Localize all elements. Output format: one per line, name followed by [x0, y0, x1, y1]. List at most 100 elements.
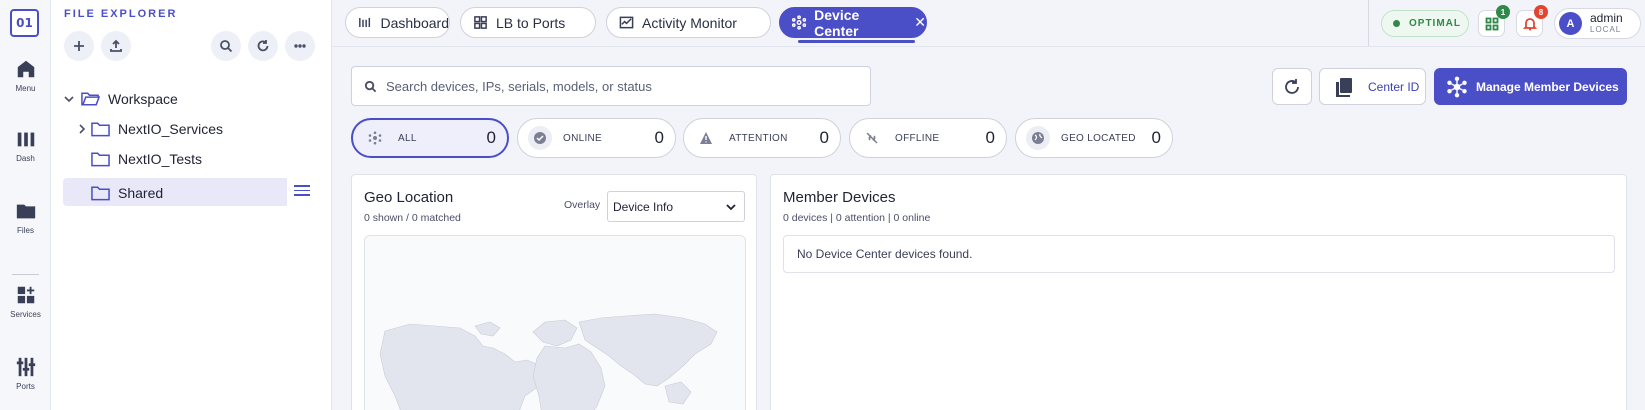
- rail-label-files: Files: [17, 226, 34, 235]
- notifications-badge: 8: [1534, 5, 1548, 19]
- system-status-badge[interactable]: OPTIMAL: [1381, 10, 1469, 37]
- device-hub-icon: [792, 15, 807, 30]
- bell-icon: [1522, 17, 1537, 30]
- new-file-button[interactable]: [64, 31, 94, 61]
- device-hub-icon: [1447, 76, 1467, 97]
- file-explorer: FILE EXPLORER Workspace NextIO_Services …: [51, 0, 332, 410]
- rail-divider: [12, 274, 39, 275]
- filter-label: ALL: [398, 132, 417, 144]
- geo-subtitle: 0 shown / 0 matched: [364, 212, 461, 224]
- filter-count: 0: [654, 128, 664, 147]
- rail-item-ports[interactable]: Ports: [0, 356, 51, 391]
- item-menu-icon[interactable]: [294, 185, 310, 199]
- upload-button[interactable]: [101, 31, 131, 61]
- chevron-right-icon[interactable]: [76, 123, 88, 135]
- more-icon: [294, 44, 306, 48]
- filter-label: GEO LOCATED: [1061, 132, 1136, 144]
- close-tab-icon[interactable]: ✕: [914, 14, 926, 31]
- user-menu[interactable]: A admin LOCAL: [1554, 8, 1641, 39]
- explorer-refresh-button[interactable]: [248, 31, 278, 61]
- filter-count: 0: [819, 128, 829, 147]
- tab-lb-to-ports[interactable]: LB to Ports: [460, 7, 596, 38]
- folder-icon: [91, 122, 110, 136]
- search-icon: [364, 80, 377, 92]
- search-input[interactable]: [386, 78, 866, 94]
- explorer-title: FILE EXPLORER: [64, 8, 178, 20]
- filter-all[interactable]: ALL 0: [351, 118, 509, 158]
- manage-member-devices-button[interactable]: Manage Member Devices: [1434, 68, 1627, 105]
- avatar: A: [1559, 12, 1582, 35]
- apps-grid-icon: [1485, 17, 1498, 30]
- active-tab-indicator: [798, 40, 915, 43]
- folder-open-icon: [81, 92, 100, 105]
- warning-icon: [694, 126, 718, 150]
- filter-offline[interactable]: OFFLINE 0: [849, 118, 1007, 158]
- tab-label: Dashboard: [380, 14, 450, 31]
- link-off-icon: [860, 126, 884, 150]
- tree-item-workspace[interactable]: Workspace: [63, 85, 178, 112]
- world-map[interactable]: [364, 235, 746, 410]
- overlay-select[interactable]: Device Info: [607, 191, 745, 222]
- rail-item-files[interactable]: Files: [0, 200, 51, 235]
- app-logo[interactable]: 01: [10, 9, 39, 37]
- sliders-icon: [16, 357, 35, 377]
- overlay-label: Overlay: [564, 199, 601, 211]
- filter-geo-located[interactable]: GEO LOCATED 0: [1015, 118, 1173, 158]
- filter-label: ONLINE: [563, 132, 603, 144]
- bar-chart-icon: [17, 132, 34, 147]
- world-map-graphic: [379, 313, 718, 410]
- tree-label: NextIO_Tests: [118, 150, 203, 167]
- explorer-search-button[interactable]: [211, 31, 241, 61]
- filter-count: 0: [1151, 128, 1161, 147]
- filter-label: OFFLINE: [895, 132, 940, 144]
- center-id-button[interactable]: Center ID: [1319, 68, 1426, 105]
- filter-count: 0: [486, 128, 496, 147]
- filter-attention[interactable]: ATTENTION 0: [683, 118, 841, 158]
- tree-item-nextio-tests[interactable]: NextIO_Tests: [91, 145, 202, 172]
- grid-plus-icon: [17, 286, 34, 304]
- device-search[interactable]: [351, 66, 871, 106]
- folder-icon: [91, 186, 110, 200]
- rail-item-dash[interactable]: Dash: [0, 128, 51, 163]
- filter-online[interactable]: ONLINE 0: [517, 118, 676, 158]
- chevron-down-icon[interactable]: [63, 93, 75, 105]
- tab-dashboard[interactable]: Dashboard: [345, 7, 450, 38]
- status-dot-icon: [1393, 20, 1400, 27]
- rail-item-services[interactable]: Services: [0, 284, 51, 319]
- folder-icon: [16, 204, 35, 219]
- globe-icon: [1026, 126, 1050, 150]
- hub-icon: [363, 126, 387, 150]
- manage-label: Manage Member Devices: [1476, 79, 1619, 94]
- tree-label: Shared: [118, 184, 164, 201]
- apps-button[interactable]: 1: [1478, 5, 1510, 37]
- user-role: LOCAL: [1590, 24, 1622, 34]
- copy-icon: [1336, 77, 1352, 97]
- tree-item-shared[interactable]: Shared: [91, 179, 163, 206]
- refresh-button[interactable]: [1272, 68, 1312, 105]
- explorer-more-button[interactable]: [285, 31, 315, 61]
- lb-icon: [474, 16, 487, 29]
- activity-icon: [619, 16, 634, 29]
- tab-activity-monitor[interactable]: Activity Monitor: [606, 7, 771, 38]
- tree-item-nextio-services[interactable]: NextIO_Services: [76, 115, 223, 142]
- filter-label: ATTENTION: [729, 132, 788, 144]
- upload-icon: [110, 39, 122, 52]
- rail-label-services: Services: [10, 310, 41, 319]
- user-name: admin: [1590, 10, 1623, 25]
- tree-label: NextIO_Services: [118, 120, 224, 137]
- apps-badge: 1: [1496, 5, 1510, 19]
- tree-label: Workspace: [108, 90, 178, 107]
- members-title: Member Devices: [783, 189, 896, 206]
- refresh-icon: [257, 40, 269, 52]
- rail-label-ports: Ports: [16, 382, 35, 391]
- rail-item-menu[interactable]: Menu: [0, 58, 51, 93]
- tab-label: Device Center: [814, 6, 860, 39]
- overlay-value: Device Info: [613, 199, 674, 214]
- plus-icon: [74, 41, 84, 51]
- notifications-button[interactable]: 8: [1516, 5, 1548, 37]
- member-devices-panel: Member Devices 0 devices | 0 attention |…: [770, 174, 1627, 410]
- tab-device-center[interactable]: Device Center ✕: [779, 6, 927, 39]
- members-subtitle: 0 devices | 0 attention | 0 online: [783, 212, 931, 224]
- search-icon: [220, 40, 233, 53]
- home-icon: [17, 60, 34, 78]
